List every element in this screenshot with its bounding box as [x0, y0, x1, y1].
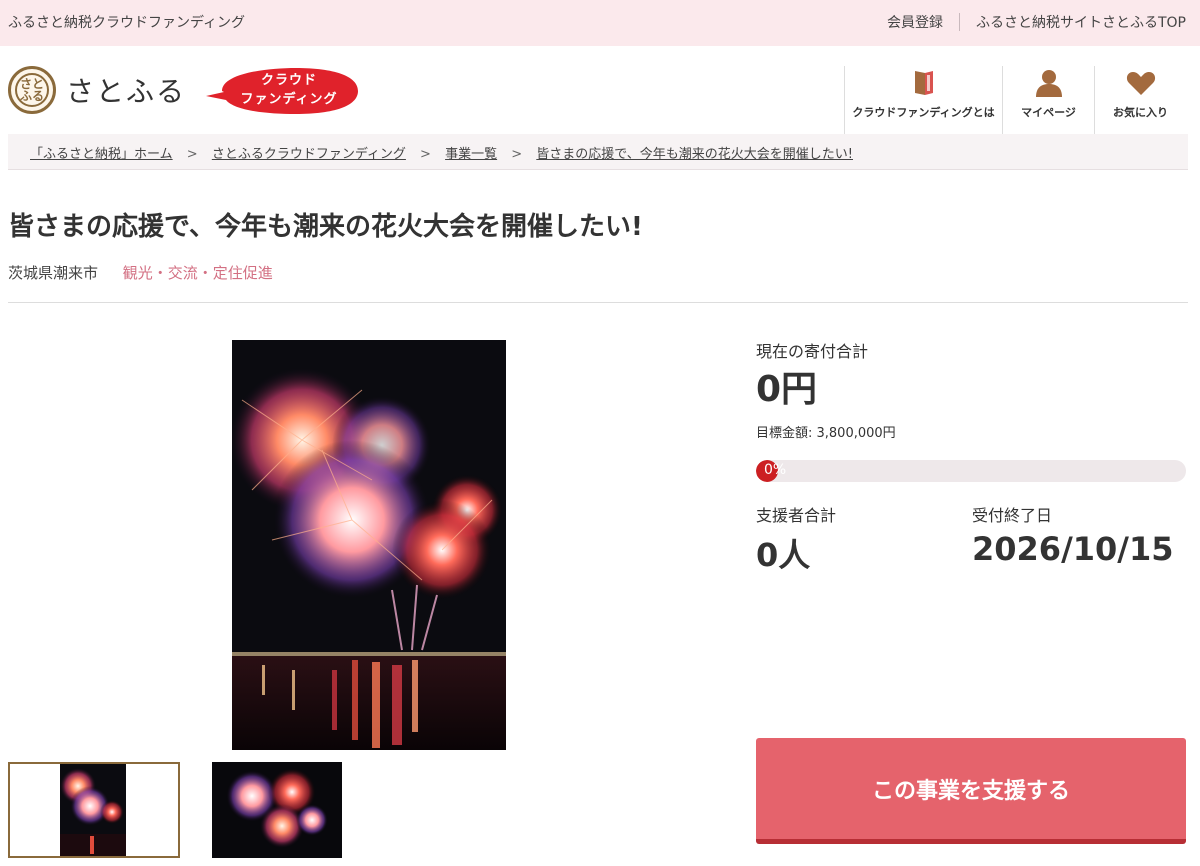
breadcrumb-separator: > — [186, 147, 198, 162]
breadcrumb-separator: > — [420, 147, 431, 162]
main-project-image[interactable] — [232, 340, 506, 750]
fireworks-photo — [232, 340, 506, 750]
nav-favorites[interactable]: お気に入り — [1094, 66, 1186, 140]
badge-line-2: ファンディング — [240, 92, 338, 107]
top-bar: ふるさと納税クラウドファンディング 会員登録 ふるさと納税サイトさとふるTOP — [0, 0, 1200, 46]
satofull-logo-mark[interactable]: さと ふる — [8, 66, 56, 114]
project-location: 茨城県潮来市 — [8, 264, 99, 282]
project-meta: 茨城県潮来市 観光・交流・定住促進 — [8, 262, 273, 283]
badge-line-1: クラウド — [260, 73, 317, 88]
deadline-label: 受付終了日 — [972, 506, 1053, 525]
breadcrumb-item-crowdfunding[interactable]: さとふるクラウドファンディング — [212, 147, 406, 162]
crowdfunding-badge[interactable]: クラウド ファンディング — [204, 66, 360, 116]
thumbnail-1-image — [60, 764, 126, 856]
nav-label: お気に入り — [1113, 106, 1168, 119]
nav-label: クラウドファンディングとは — [852, 106, 995, 119]
member-register-link[interactable]: 会員登録 — [887, 12, 943, 32]
site-name[interactable]: ふるさと納税クラウドファンディング — [8, 12, 245, 32]
page-title: 皆さまの応援で、今年も潮来の花火大会を開催したい! — [8, 212, 643, 242]
supporters-label: 支援者合計 — [756, 506, 837, 525]
thumbnail-2-image — [212, 762, 342, 858]
progress-percent: 0% — [764, 462, 787, 478]
funding-progress-bar: 0% — [756, 460, 1186, 482]
logo-ring: さと ふる — [15, 73, 49, 107]
nav-mypage[interactable]: マイページ — [1002, 66, 1094, 140]
user-icon — [1034, 68, 1064, 98]
project-category[interactable]: 観光・交流・定住促進 — [123, 264, 273, 282]
nav-about-crowdfunding[interactable]: クラウドファンディングとは — [844, 66, 1002, 140]
current-total-value: 0円 — [756, 369, 818, 410]
supporters-value: 0人 — [756, 536, 811, 574]
heart-icon — [1126, 68, 1156, 98]
thumbnail-2[interactable] — [212, 762, 342, 858]
breadcrumb-item-home[interactable]: 「ふるさと納税」ホーム — [30, 147, 173, 162]
breadcrumb-item-project-list[interactable]: 事業一覧 — [445, 147, 497, 162]
support-project-button[interactable]: この事業を支援する — [756, 738, 1186, 844]
current-total-label: 現在の寄付合計 — [756, 342, 869, 361]
satofull-logo-text[interactable]: さとふる — [66, 70, 186, 110]
breadcrumb-separator: > — [511, 147, 523, 162]
top-links: 会員登録 ふるさと納税サイトさとふるTOP — [887, 12, 1186, 32]
header: さと ふる さとふる クラウド ファンディング クラウドファンディングとは マイ… — [0, 46, 1200, 140]
thumbnail-1-selected[interactable] — [8, 762, 180, 858]
section-divider — [8, 302, 1188, 303]
breadcrumb-item-current[interactable]: 皆さまの応援で、今年も潮来の花火大会を開催したい! — [536, 147, 853, 162]
nav-label: マイページ — [1021, 106, 1076, 119]
book-icon — [909, 68, 939, 98]
deadline-value: 2026/10/15 — [972, 530, 1174, 568]
header-nav: クラウドファンディングとは マイページ お気に入り — [844, 66, 1186, 140]
goal-amount: 目標金額: 3,800,000円 — [756, 426, 896, 441]
crowdfunding-badge-text: クラウド ファンディング — [218, 71, 360, 109]
breadcrumb: 「ふるさと納税」ホーム > さとふるクラウドファンディング > 事業一覧 > 皆… — [8, 134, 1188, 170]
link-divider — [958, 13, 960, 31]
satofull-top-link[interactable]: ふるさと納税サイトさとふるTOP — [976, 12, 1186, 32]
